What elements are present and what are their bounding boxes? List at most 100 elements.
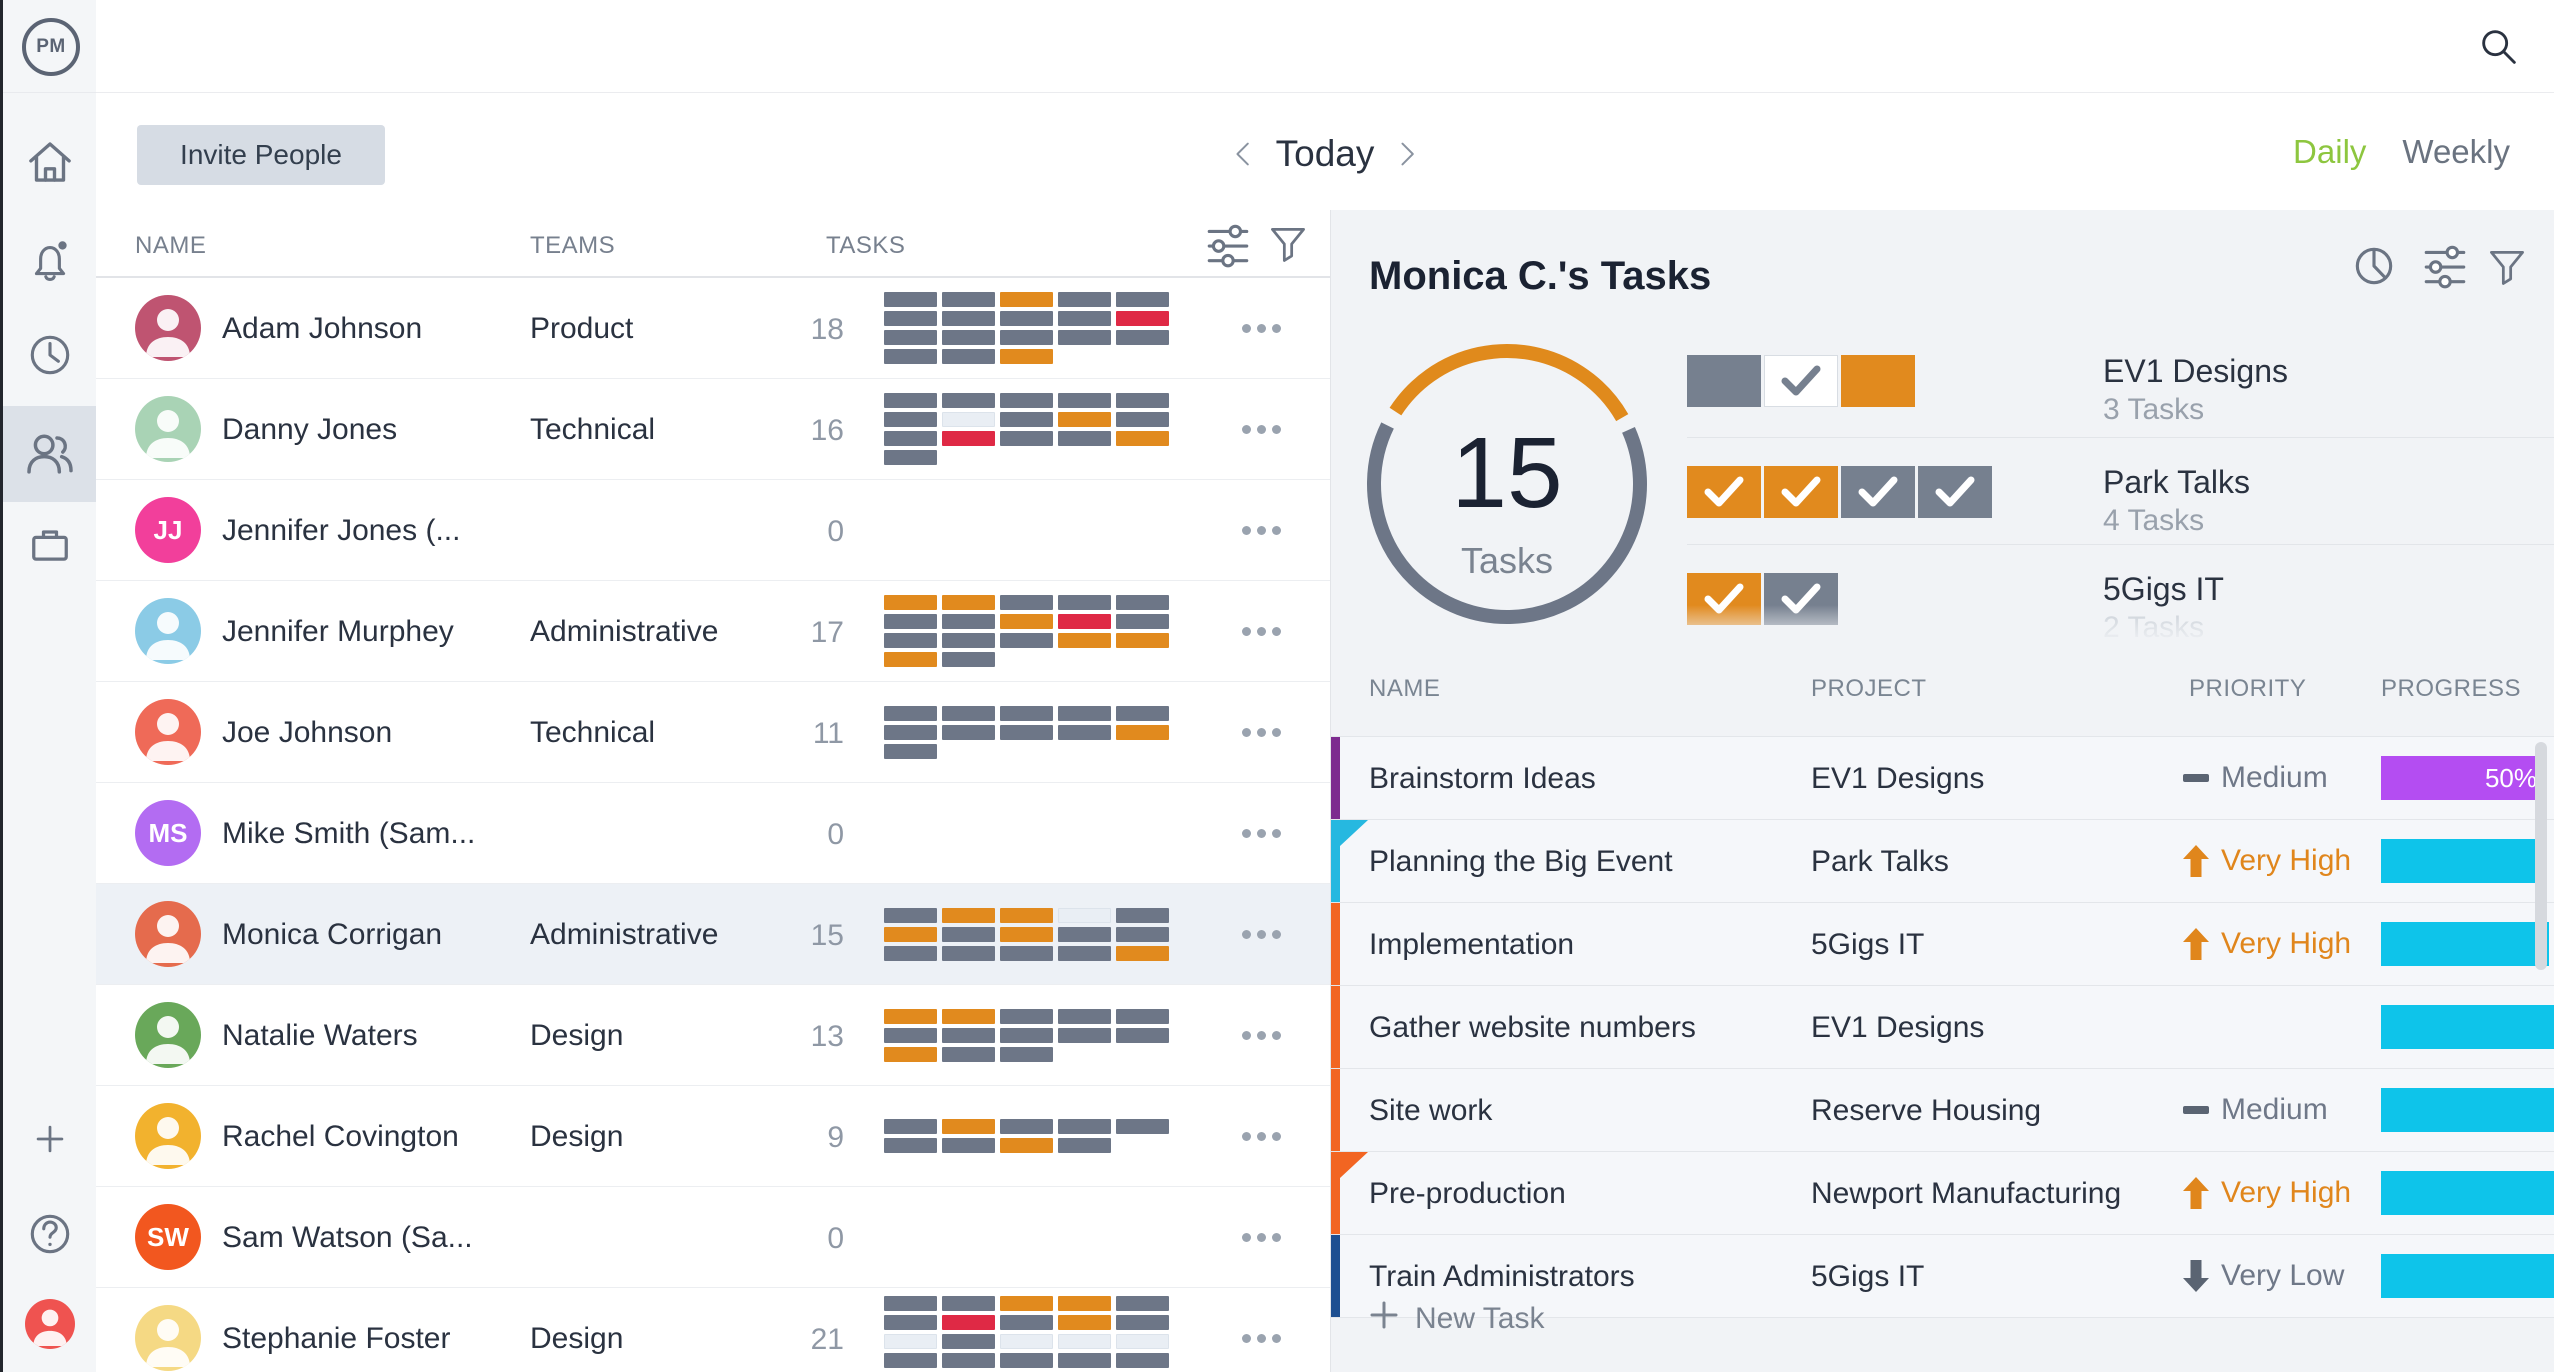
task-cell — [1058, 431, 1111, 446]
task-count: 15 — [810, 919, 844, 952]
project-flag — [1340, 1152, 1368, 1178]
task-cell — [1058, 1334, 1111, 1349]
task-cell — [1058, 1028, 1111, 1043]
sidebar-item-briefcase[interactable] — [3, 499, 96, 595]
task-mini-grid — [884, 595, 1169, 667]
row-menu-ellipsis-icon[interactable] — [1242, 324, 1281, 333]
row-menu-ellipsis-icon[interactable] — [1242, 526, 1281, 535]
progress-bar — [2381, 1171, 2554, 1215]
task-mini-grid — [884, 1119, 1169, 1153]
task-project: Park Talks — [1811, 845, 1949, 878]
avatar: MS — [135, 800, 201, 866]
toggle-daily[interactable]: Daily — [2293, 133, 2366, 171]
task-name[interactable]: Site work — [1369, 1094, 1492, 1128]
column-header-name: NAME — [135, 232, 207, 259]
row-menu-ellipsis-icon[interactable] — [1242, 930, 1281, 939]
settings-sliders-icon[interactable] — [1200, 220, 1260, 270]
sidebar-item-people[interactable] — [3, 406, 96, 502]
scrollbar-thumb[interactable] — [2535, 742, 2547, 970]
member-name[interactable]: Monica Corrigan — [222, 918, 442, 952]
member-name[interactable]: Adam Johnson — [222, 312, 422, 346]
sidebar-item-clock[interactable] — [3, 309, 96, 405]
row-menu-ellipsis-icon[interactable] — [1242, 1233, 1281, 1242]
member-name[interactable]: Danny Jones — [222, 413, 397, 447]
sidebar-item-home[interactable] — [3, 116, 96, 212]
task-name[interactable]: Brainstorm Ideas — [1369, 762, 1596, 796]
table-row[interactable]: Stephanie Foster Design 21 — [96, 1288, 1330, 1372]
member-name[interactable]: Jennifer Murphey — [222, 615, 454, 649]
pie-chart-icon[interactable] — [2349, 241, 2403, 295]
table-row[interactable]: SW Sam Watson (Sa... 0 — [96, 1187, 1330, 1288]
task-row[interactable]: Gather website numbers EV1 Designs — [1331, 985, 2554, 1068]
member-name[interactable]: Natalie Waters — [222, 1019, 418, 1053]
task-row[interactable]: Implementation 5Gigs IT Very High — [1331, 902, 2554, 985]
table-row[interactable]: Monica Corrigan Administrative 15 — [96, 884, 1330, 985]
task-cell — [1000, 706, 1053, 721]
task-row[interactable]: Site work Reserve Housing Medium — [1331, 1068, 2554, 1151]
table-row[interactable]: Rachel Covington Design 9 — [96, 1086, 1330, 1187]
row-menu-ellipsis-icon[interactable] — [1242, 1031, 1281, 1040]
task-cell — [1116, 633, 1169, 648]
chevron-left-icon[interactable] — [1230, 134, 1256, 174]
chevron-right-icon[interactable] — [1394, 134, 1420, 174]
app-logo[interactable]: PM — [22, 18, 80, 76]
member-name[interactable]: Mike Smith (Sam... — [222, 817, 475, 851]
member-name[interactable]: Jennifer Jones (... — [222, 514, 460, 548]
invite-people-button[interactable]: Invite People — [137, 125, 385, 185]
sidebar-item-bell[interactable] — [3, 213, 96, 309]
task-cell — [942, 1028, 995, 1043]
user-avatar[interactable] — [25, 1299, 75, 1349]
task-name[interactable]: Planning the Big Event — [1369, 845, 1673, 879]
task-cell — [1000, 311, 1053, 326]
task-cell — [1116, 431, 1169, 446]
task-cell — [942, 1296, 995, 1311]
table-row[interactable]: Natalie Waters Design 13 — [96, 985, 1330, 1086]
row-menu-ellipsis-icon[interactable] — [1242, 728, 1281, 737]
task-check-square — [1764, 466, 1838, 518]
member-name[interactable]: Stephanie Foster — [222, 1322, 450, 1356]
sidebar-item-plus[interactable] — [3, 1106, 96, 1176]
task-cell — [1116, 1334, 1169, 1349]
table-row[interactable]: JJ Jennifer Jones (... 0 — [96, 480, 1330, 581]
table-body: Adam Johnson Product 18 Danny Jones Technica… — [96, 278, 1330, 1372]
task-name[interactable]: Implementation — [1369, 928, 1574, 962]
filter-icon[interactable] — [1266, 218, 1310, 270]
row-menu-ellipsis-icon[interactable] — [1242, 1132, 1281, 1141]
settings-sliders-icon[interactable] — [2417, 241, 2471, 295]
sidebar-item-help[interactable] — [3, 1201, 96, 1271]
task-row[interactable]: Brainstorm Ideas EV1 Designs Medium 50% — [1331, 736, 2554, 819]
task-name[interactable]: Pre-production — [1369, 1177, 1566, 1211]
legend-row[interactable]: 5Gigs IT 2 Tasks — [1687, 571, 2554, 665]
table-row[interactable]: Jennifer Murphey Administrative 17 — [96, 581, 1330, 682]
task-row[interactable]: Pre-production Newport Manufacturing Very … — [1331, 1151, 2554, 1234]
task-status-squares — [1687, 466, 1992, 518]
table-row[interactable]: Joe Johnson Technical 11 — [96, 682, 1330, 783]
new-task-button[interactable]: New Task — [1369, 1300, 1545, 1338]
member-name[interactable]: Rachel Covington — [222, 1120, 459, 1154]
priority-label: Very Low — [2221, 1259, 2345, 1292]
table-row[interactable]: Adam Johnson Product 18 — [96, 278, 1330, 379]
task-cell — [1116, 1028, 1169, 1043]
task-name[interactable]: Train Administrators — [1369, 1260, 1635, 1294]
task-row[interactable]: Planning the Big Event Park Talks Very Hig… — [1331, 819, 2554, 902]
task-project: EV1 Designs — [1811, 1011, 1985, 1044]
project-accent-bar — [1331, 1152, 1340, 1234]
task-cell — [942, 1334, 995, 1349]
row-menu-ellipsis-icon[interactable] — [1242, 425, 1281, 434]
row-menu-ellipsis-icon[interactable] — [1242, 627, 1281, 636]
task-name[interactable]: Gather website numbers — [1369, 1011, 1696, 1045]
legend-row[interactable]: EV1 Designs 3 Tasks — [1687, 353, 2554, 447]
column-header-tasks: TASKS — [826, 232, 906, 259]
row-menu-ellipsis-icon[interactable] — [1242, 829, 1281, 838]
member-name[interactable]: Joe Johnson — [222, 716, 392, 750]
table-row[interactable]: MS Mike Smith (Sam... 0 — [96, 783, 1330, 884]
member-name[interactable]: Sam Watson (Sa... — [222, 1221, 473, 1255]
filter-icon[interactable] — [2485, 241, 2539, 295]
row-menu-ellipsis-icon[interactable] — [1242, 1334, 1281, 1343]
toggle-weekly[interactable]: Weekly — [2402, 133, 2510, 171]
task-cell — [884, 1119, 937, 1134]
tasks-count-label: Tasks — [1460, 540, 1554, 581]
search-icon[interactable] — [2476, 24, 2522, 70]
table-row[interactable]: Danny Jones Technical 16 — [96, 379, 1330, 480]
task-cell — [942, 412, 995, 427]
